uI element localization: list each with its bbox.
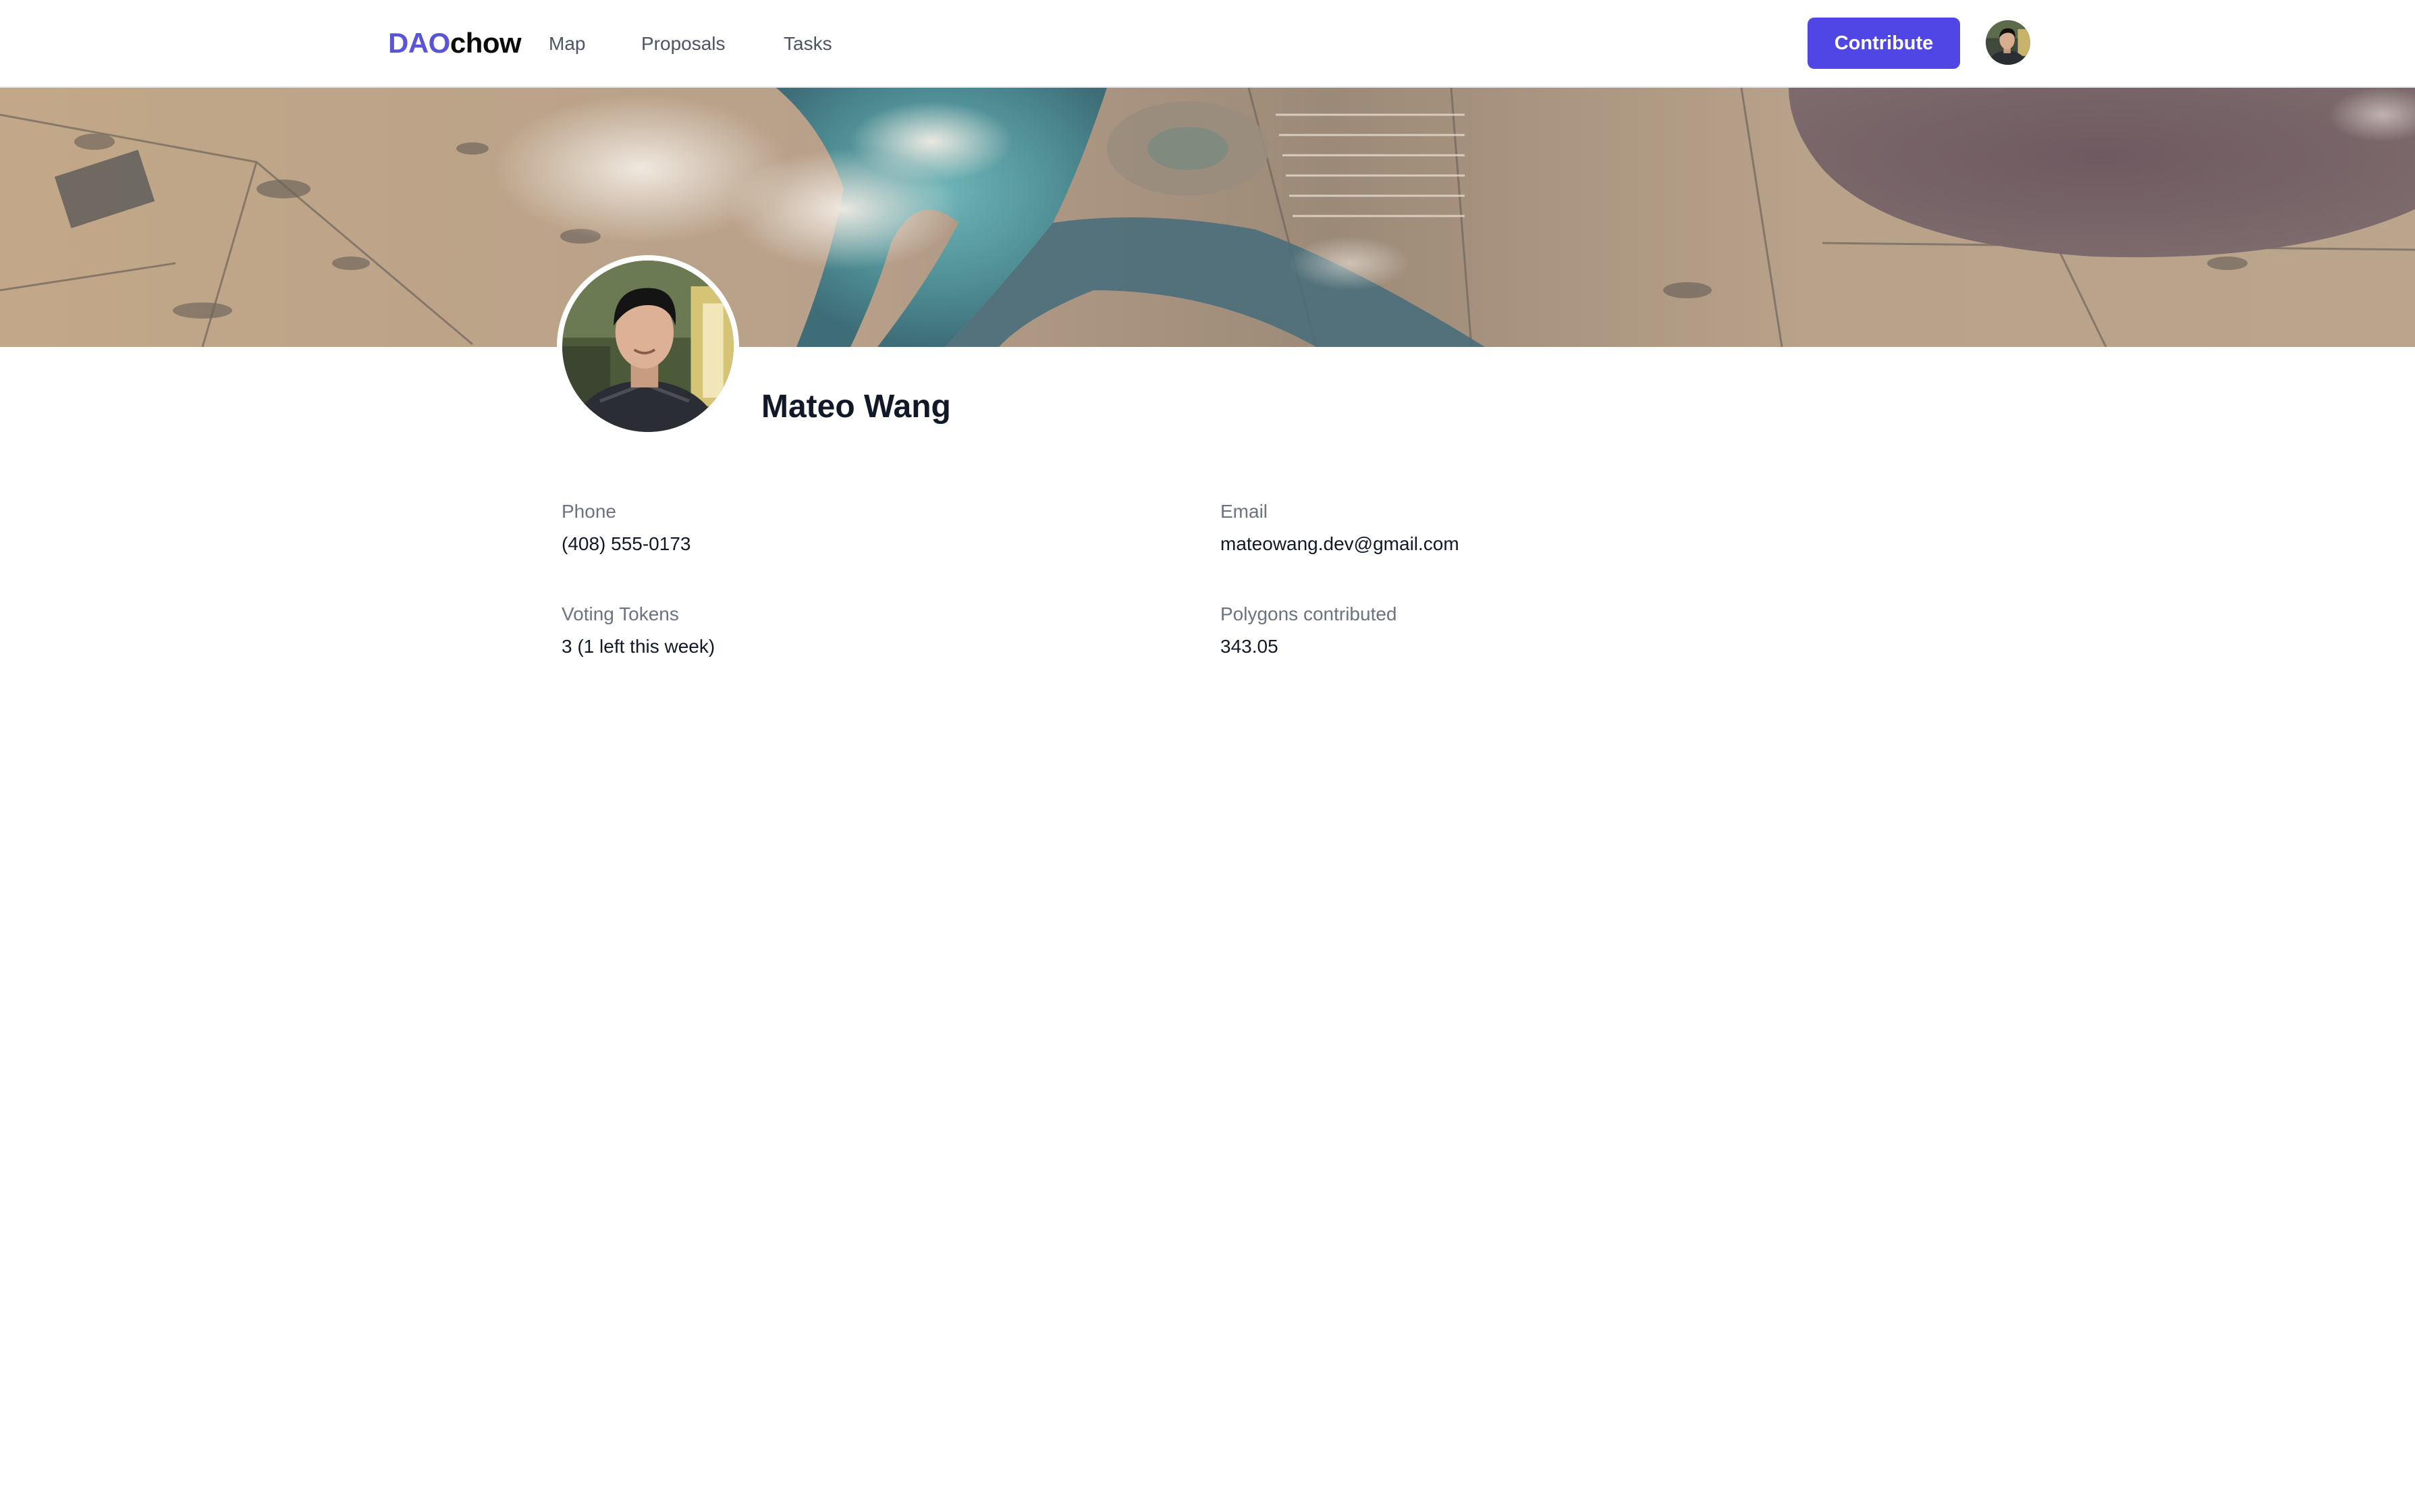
brand-logo[interactable]: DAOchow	[388, 23, 522, 63]
email-label: Email	[1220, 501, 1268, 522]
email-value: mateowang.dev@gmail.com	[1220, 533, 1459, 554]
profile-name: Mateo Wang	[761, 389, 951, 425]
profile-avatar	[557, 255, 739, 437]
phone-value: (408) 555-0173	[562, 533, 691, 554]
brand-logo-dao: DAO	[388, 27, 450, 59]
top-navbar: DAOchow Map Proposals Tasks Contribute	[0, 0, 2415, 88]
contribute-button[interactable]: Contribute	[1808, 18, 1960, 69]
polygons-contributed-label: Polygons contributed	[1220, 603, 1397, 624]
profile-page: DAOchow Map Proposals Tasks Contribute M…	[0, 0, 2415, 1512]
polygons-contributed-value: 343.05	[1220, 636, 1278, 657]
aerial-landscape-icon	[0, 88, 2415, 347]
nav-link-tasks[interactable]: Tasks	[784, 28, 832, 59]
voting-tokens-label: Voting Tokens	[562, 603, 679, 624]
user-menu-avatar[interactable]	[1986, 20, 2030, 65]
phone-label: Phone	[562, 501, 616, 522]
profile-cover-banner	[0, 88, 2415, 347]
user-avatar-icon	[1986, 20, 2030, 65]
profile-photo-icon	[562, 261, 734, 432]
nav-link-proposals[interactable]: Proposals	[641, 28, 726, 59]
voting-tokens-value: 3 (1 left this week)	[562, 636, 715, 657]
brand-logo-chow: chow	[450, 27, 522, 59]
nav-link-map[interactable]: Map	[549, 28, 585, 59]
